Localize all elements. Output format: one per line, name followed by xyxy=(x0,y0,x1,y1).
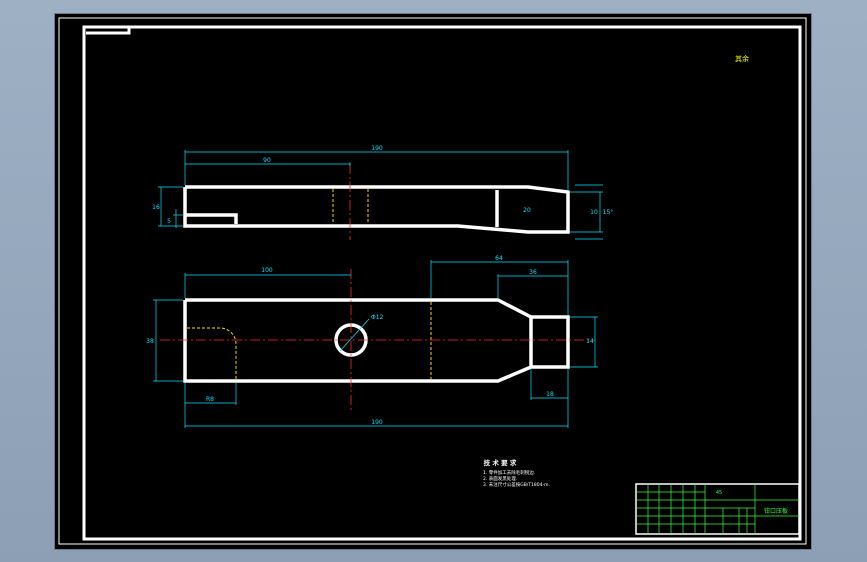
tech-req-item: 3. 未注尺寸公差按GB/T1804-m. xyxy=(483,481,550,488)
dim-top-right-height: 20 xyxy=(523,207,531,214)
dim-top-height-left: 16 xyxy=(152,204,160,211)
technical-requirements: 技 术 要 求 1. 零件加工去除毛刺锐边. 2. 表面发黑处理. 3. 未注尺… xyxy=(483,458,550,488)
tech-req-heading: 技 术 要 求 xyxy=(484,458,517,467)
title-block: 45 钳口压板 xyxy=(635,483,800,535)
title-block-material: 45 xyxy=(716,490,722,496)
outer-border xyxy=(58,17,807,545)
dim-front-overall-length: 190 xyxy=(371,419,383,426)
drawing-canvas: 其余 190 90 16 5 20 10 15° 100 64 36 38 Φ1… xyxy=(58,17,807,545)
inner-border xyxy=(82,25,802,541)
corner-mark xyxy=(86,28,131,35)
top-view-hidden-lines xyxy=(332,189,369,224)
top-view-outline xyxy=(183,185,570,234)
dim-front-left-section: 100 xyxy=(261,267,273,274)
dim-front-hole: Φ12 xyxy=(371,314,384,321)
front-view-centerlines xyxy=(160,269,595,411)
dim-top-slot: 5 xyxy=(167,218,171,225)
dim-front-corner-radius: R8 xyxy=(206,396,214,403)
dim-front-right-offset: 18 xyxy=(546,391,554,398)
dim-top-center-distance: 90 xyxy=(263,157,271,164)
tech-req-item: 1. 零件加工去除毛刺锐边. xyxy=(483,469,535,476)
drawing-sheet: 其余 190 90 16 5 20 10 15° 100 64 36 38 Φ1… xyxy=(54,13,812,550)
corner-note: 其余 xyxy=(735,54,749,63)
title-block-part-name: 钳口压板 xyxy=(764,507,788,515)
top-view: 190 90 16 5 20 10 15° xyxy=(152,145,613,240)
dim-front-right-section: 64 xyxy=(495,255,503,262)
tech-req-item: 2. 表面发黑处理. xyxy=(483,475,517,482)
dim-front-height: 38 xyxy=(146,338,154,345)
front-view-hidden-lines xyxy=(187,302,432,381)
dim-top-angle: 15° xyxy=(603,209,614,216)
front-view-outline xyxy=(183,298,570,383)
front-view: 100 64 36 38 Φ12 R8 190 14 18 xyxy=(146,255,598,428)
dim-top-overall-length: 190 xyxy=(371,145,383,152)
dim-front-taper: 36 xyxy=(529,269,537,276)
dim-front-tip-width: 14 xyxy=(586,338,594,345)
dim-top-tip-height: 10 xyxy=(590,209,598,216)
